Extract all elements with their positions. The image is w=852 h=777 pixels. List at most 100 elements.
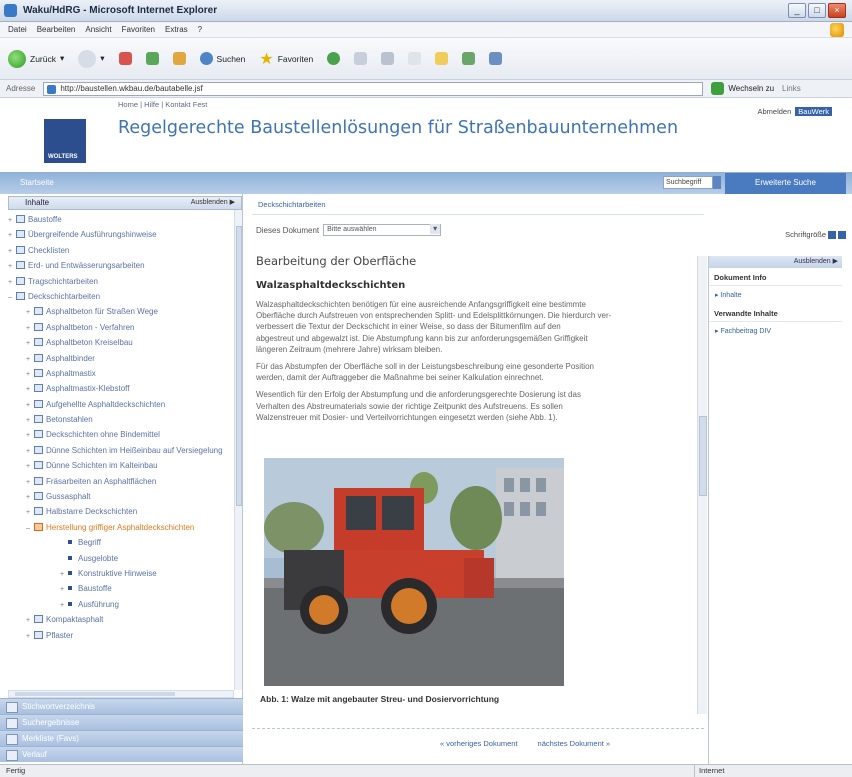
tree-item[interactable]: + Betonstahlen	[8, 412, 234, 427]
mail-icon[interactable]	[354, 52, 368, 65]
tree-toggle[interactable]: +	[8, 228, 16, 243]
folder-icon[interactable]	[435, 52, 449, 65]
tree-toggle[interactable]: +	[26, 305, 34, 320]
tree-item[interactable]: + Halbstarre Deckschichten	[8, 504, 234, 519]
next-document-link[interactable]: nächstes Dokument »	[538, 739, 611, 748]
panel-history[interactable]: Verlauf	[0, 746, 243, 762]
advanced-search-tab[interactable]: Erweiterte Suche	[725, 173, 846, 194]
tree-horizontal-scrollbar[interactable]	[8, 690, 234, 698]
tree-item[interactable]: + Gussasphalt	[8, 489, 234, 504]
document-scrollbar[interactable]	[697, 256, 707, 714]
history-icon[interactable]	[327, 52, 341, 65]
tree-toggle[interactable]: +	[26, 382, 34, 397]
tree-item[interactable]: + Dünne Schichten im Kalteinbau	[8, 458, 234, 473]
refresh-icon[interactable]	[145, 52, 159, 65]
menu-favorites[interactable]: Favoriten	[122, 25, 155, 34]
edit-icon[interactable]	[408, 52, 422, 65]
tree-vertical-scrollbar[interactable]	[234, 210, 242, 690]
tree-toggle[interactable]: +	[26, 398, 34, 413]
tree-toggle[interactable]: +	[26, 428, 34, 443]
tree-item[interactable]: + Asphaltbeton für Straßen Wege	[8, 304, 234, 319]
stop-icon[interactable]	[118, 52, 132, 65]
search-button[interactable]: Suchen	[199, 52, 245, 65]
tree-toggle[interactable]: –	[8, 290, 16, 305]
tree-toggle[interactable]: +	[26, 629, 34, 644]
panel-search-results[interactable]: Suchergebnisse	[0, 714, 243, 730]
tree-item[interactable]: + Asphaltmastix	[8, 366, 234, 381]
tree-item[interactable]: – Herstellung griffiger Asphaltdeckschich…	[8, 520, 234, 535]
panel-bookmarks[interactable]: Merkliste (Favs)	[0, 730, 243, 746]
tree-toggle[interactable]: +	[26, 336, 34, 351]
tree-item[interactable]: + Baustoffe	[8, 212, 234, 227]
tree-item[interactable]: + Asphaltbinder	[8, 351, 234, 366]
font-decrease-button[interactable]	[828, 230, 836, 239]
tree-toggle[interactable]: +	[8, 275, 16, 290]
home-link[interactable]: Startseite	[20, 178, 54, 187]
forward-button[interactable]: ▾	[78, 49, 105, 68]
tree-toggle[interactable]: +	[8, 244, 16, 259]
tree-item[interactable]: + Übergreifende Ausführungshinweise	[8, 227, 234, 242]
minimize-button[interactable]: _	[788, 3, 806, 18]
menu-view[interactable]: Ansicht	[85, 25, 111, 34]
tree-item[interactable]: + Konstruktive Hinweise	[8, 566, 234, 581]
tree-toggle[interactable]: +	[26, 459, 34, 474]
search-submit-button[interactable]	[713, 176, 721, 189]
related-content-link[interactable]: Fachbeitrag DIV	[709, 322, 842, 340]
document-info-link[interactable]: Inhalte	[709, 286, 842, 304]
font-increase-button[interactable]	[838, 230, 846, 239]
messenger-icon[interactable]	[462, 52, 476, 65]
logout-link[interactable]: Abmelden	[758, 107, 792, 116]
links-button[interactable]: Links	[782, 84, 801, 93]
menu-edit[interactable]: Bearbeiten	[37, 25, 76, 34]
tree-item[interactable]: + Tragschichtarbeiten	[8, 274, 234, 289]
research-icon[interactable]	[489, 52, 503, 65]
tree-toggle[interactable]: +	[26, 352, 34, 367]
tree-item[interactable]: + Asphaltbeton - Verfahren	[8, 320, 234, 335]
previous-document-link[interactable]: « vorheriges Dokument	[440, 739, 518, 748]
menu-help[interactable]: ?	[198, 25, 202, 34]
favorites-button[interactable]: ★ Favoriten	[259, 49, 313, 69]
tree-item[interactable]: – Deckschichtarbeiten	[8, 289, 234, 304]
tree-item[interactable]: + Dünne Schichten im Heißeinbau auf Versi…	[8, 443, 234, 458]
tree-toggle[interactable]: +	[26, 490, 34, 505]
tree-toggle[interactable]: +	[60, 598, 68, 613]
hide-right-panel-button[interactable]: Ausblenden ▶	[709, 256, 842, 268]
close-button[interactable]: ×	[828, 3, 846, 18]
tree-toggle[interactable]: +	[26, 505, 34, 520]
menu-tools[interactable]: Extras	[165, 25, 188, 34]
tree-toggle[interactable]: +	[26, 475, 34, 490]
print-icon[interactable]	[381, 52, 395, 65]
go-button[interactable]: Wechseln zu	[711, 82, 774, 95]
top-links[interactable]: Home | Hilfe | Kontakt Fest	[118, 100, 207, 109]
tree-toggle[interactable]: +	[26, 321, 34, 336]
tree-item[interactable]: + Ausführung	[8, 597, 234, 612]
tree-item[interactable]: + Baustoffe	[8, 581, 234, 596]
tree-item[interactable]: + Asphaltbeton Kreiselbau	[8, 335, 234, 350]
tree-toggle[interactable]: +	[26, 613, 34, 628]
breadcrumb[interactable]: Deckschichtarbeiten	[258, 200, 326, 209]
tree-toggle[interactable]: +	[26, 367, 34, 382]
tree-item[interactable]: + Erd- und Entwässerungsarbeiten	[8, 258, 234, 273]
account-button[interactable]: BauWerk	[795, 107, 832, 116]
document-select[interactable]: Bitte auswählen	[323, 224, 442, 236]
tree-item[interactable]: + Aufgehellte Asphaltdeckschichten	[8, 397, 234, 412]
tree-item[interactable]: Begriff	[8, 535, 234, 550]
tree-toggle[interactable]: –	[26, 521, 34, 536]
hide-contents-button[interactable]: Ausblenden ▶	[191, 197, 235, 209]
tree-item[interactable]: + Kompaktasphalt	[8, 612, 234, 627]
tree-toggle[interactable]: +	[60, 582, 68, 597]
tree-item[interactable]: + Deckschichten ohne Bindemittel	[8, 427, 234, 442]
tree-toggle[interactable]: +	[60, 567, 68, 582]
tree-toggle[interactable]: +	[8, 259, 16, 274]
maximize-button[interactable]: □	[808, 3, 826, 18]
tree-item[interactable]: + Fräsarbeiten an Asphaltflächen	[8, 474, 234, 489]
back-button[interactable]: Zurück ▾	[8, 49, 64, 68]
tree-toggle[interactable]: +	[26, 413, 34, 428]
tree-item[interactable]: Ausgelobte	[8, 551, 234, 566]
home-icon[interactable]	[172, 52, 186, 65]
tree-item[interactable]: + Checklisten	[8, 243, 234, 258]
search-input[interactable]: Suchbegriff	[663, 176, 713, 189]
tree-item[interactable]: + Asphaltmastix-Klebstoff	[8, 381, 234, 396]
menu-file[interactable]: Datei	[8, 25, 27, 34]
panel-index[interactable]: Stichwortverzeichnis	[0, 698, 243, 714]
